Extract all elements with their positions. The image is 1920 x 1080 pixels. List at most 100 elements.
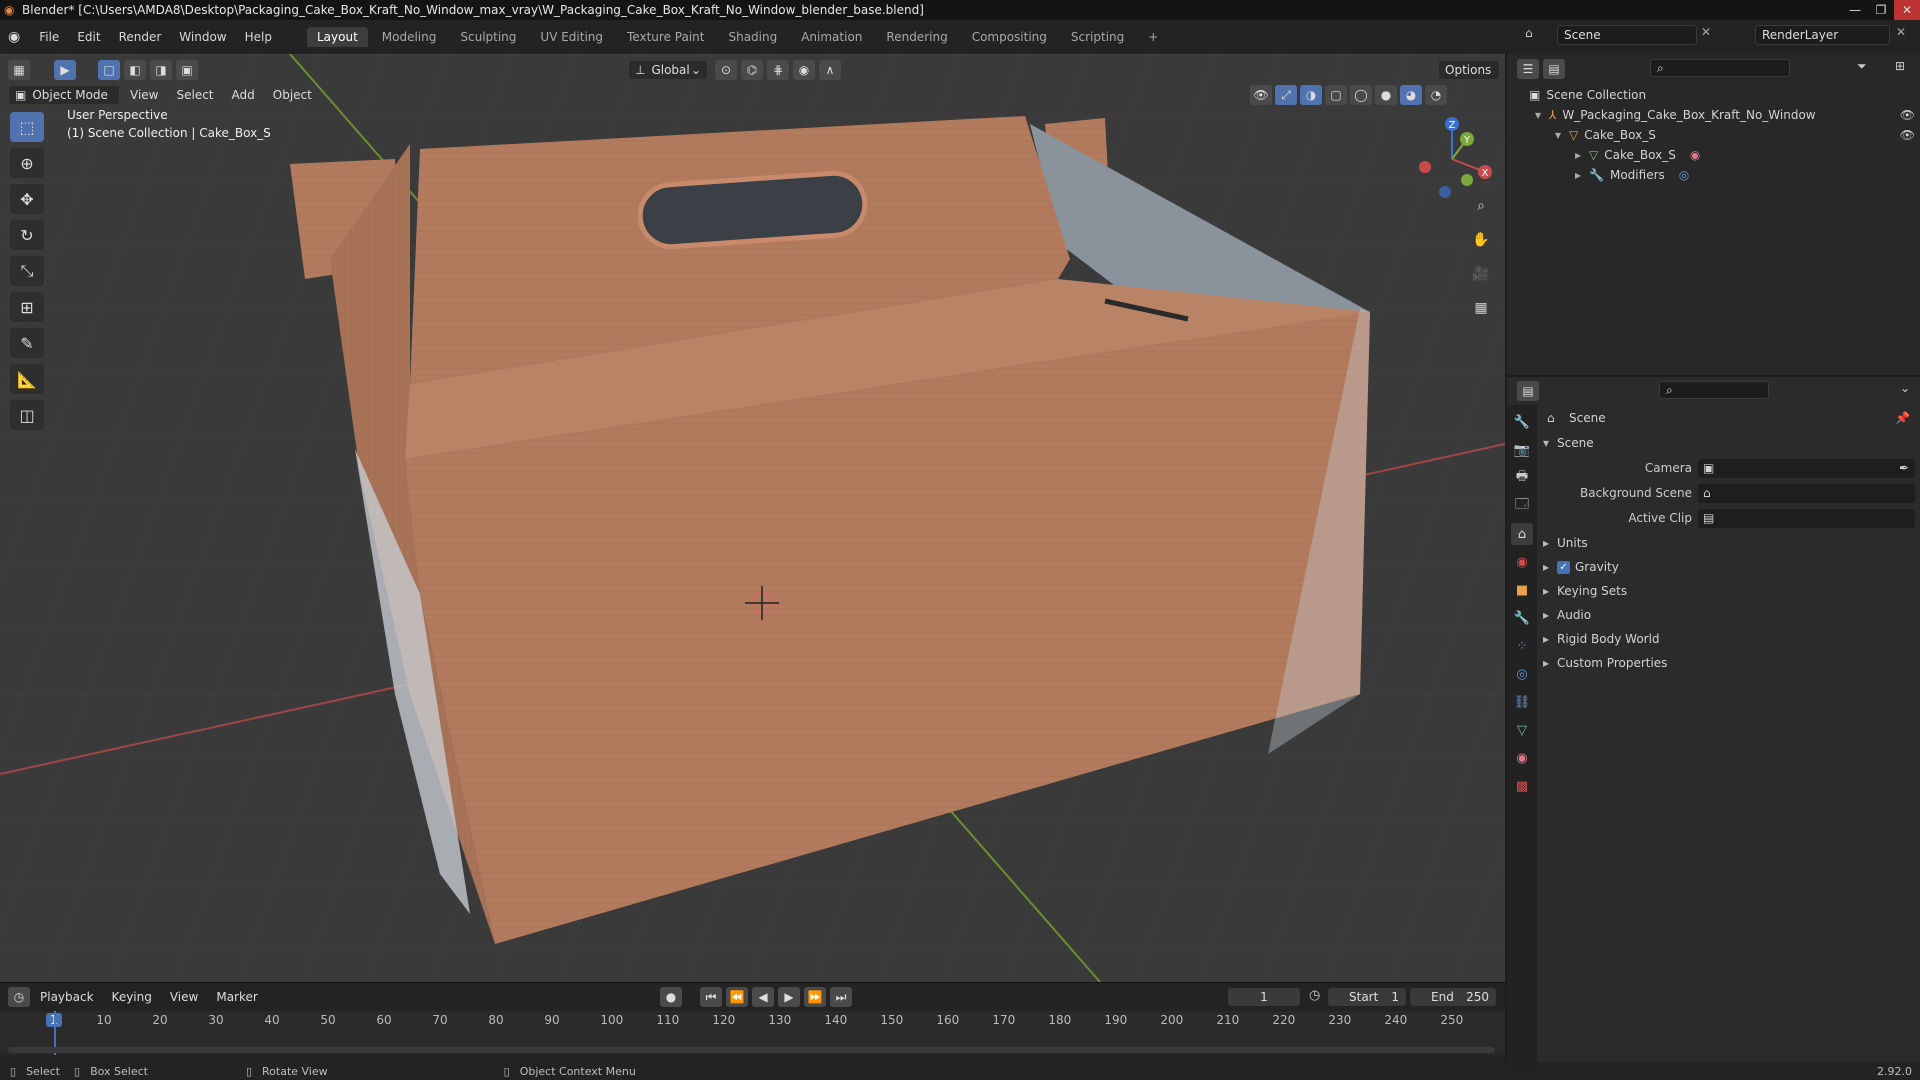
end-frame-field[interactable]: End 250 [1410,988,1496,1006]
blender-menu-icon[interactable]: ◉ [8,29,20,45]
timeline-menu-marker[interactable]: Marker [208,988,265,1006]
background-scene-field[interactable]: ⌂ [1698,483,1915,503]
timeline-editor[interactable]: ◷ Playback Keying View Marker ● ⏮ ⏪ ◀ ▶ … [0,982,1505,1063]
data-tab-icon[interactable]: ▽ [1511,719,1533,741]
timeline-menu-playback[interactable]: Playback [32,988,102,1006]
panel-gravity[interactable]: ▸ ✓ Gravity [1507,556,1920,578]
current-frame-field[interactable]: 1 [1228,988,1300,1006]
selection-extend-icon[interactable]: ◧ [124,60,146,80]
outliner-row-mesh[interactable]: ▸ ▽ Cake_Box_S ◉ [1575,145,1700,165]
tab-layout[interactable]: Layout [306,27,368,47]
minimize-button[interactable]: — [1842,0,1868,20]
selection-new-icon[interactable]: □ [98,60,120,80]
ortho-grid-icon[interactable]: ▦ [1467,294,1495,322]
collapse-chevron-icon[interactable]: ▸ [1575,148,1581,162]
editor-type-icon[interactable]: ▦ [8,60,30,80]
timeline-scrollbar[interactable] [8,1047,1495,1053]
outliner-row-scene-collection[interactable]: ▣ Scene Collection [1529,85,1646,105]
zoom-icon[interactable]: ⌕ [1467,192,1495,220]
viewport-menu-select[interactable]: Select [168,86,221,104]
timeline-track[interactable]: 1102030405060708090100110120130140150160… [0,1011,1505,1055]
properties-options-chevron-icon[interactable]: ⌄ [1900,381,1910,395]
scale-tool-icon[interactable]: ⤡ [10,256,44,286]
proportional-edit-icon[interactable]: ◉ [793,60,815,80]
tab-texture-paint[interactable]: Texture Paint [617,27,714,47]
visibility-eye-icon[interactable]: 👁 [1900,128,1915,142]
falloff-icon[interactable]: ∧ [819,60,841,80]
play-reverse-icon[interactable]: ◀ [752,987,774,1007]
annotate-tool-icon[interactable]: ✎ [10,328,44,358]
outliner-row-object[interactable]: ▾ ▽ Cake_Box_S 👁 [1555,125,1915,145]
visibility-eye-icon[interactable]: 👁 [1900,108,1915,122]
properties-editor[interactable]: ▤ ⌕ ⌄ 🔧 📷 🖶 🗔 ⌂ ◉ ■ 🔧 ⁘ ◎ ⛓ ▽ ◉ ▩ ⌂ Scen… [1507,377,1920,1068]
panel-rigid-body-world[interactable]: ▸ Rigid Body World [1507,628,1920,650]
selection-intersect-icon[interactable]: ▣ [176,60,198,80]
pan-hand-icon[interactable]: ✋ [1467,226,1495,254]
menu-file[interactable]: File [30,30,68,44]
tab-modeling[interactable]: Modeling [372,27,447,47]
outliner[interactable]: ☰ ▤ ⌕ ⏷ ⊞ ▣ Scene Collection ▾ ⅄ W_Packa… [1507,54,1920,375]
xray-icon[interactable]: ▢ [1325,85,1347,105]
jump-end-icon[interactable]: ⏭ [830,987,852,1007]
wireframe-shading-icon[interactable]: ◯ [1350,85,1372,105]
pivot-point-icon[interactable]: ⊙ [715,60,737,80]
camera-field[interactable]: ▣ ✒ [1698,458,1915,478]
options-dropdown[interactable]: Options [1438,60,1500,80]
tab-rendering[interactable]: Rendering [876,27,957,47]
constraints-tab-icon[interactable]: ⛓ [1511,691,1533,713]
material-shading-icon[interactable]: ◕ [1400,85,1422,105]
panel-audio[interactable]: ▸ Audio [1507,604,1920,626]
panel-scene-header[interactable]: ▾ Scene [1507,432,1920,454]
camera-view-icon[interactable]: 🎥 [1467,260,1495,288]
prev-keyframe-icon[interactable]: ⏪ [726,987,748,1007]
tab-scripting[interactable]: Scripting [1061,27,1134,47]
outliner-editor-type-icon[interactable]: ☰ [1517,59,1539,79]
rendered-shading-icon[interactable]: ◔ [1425,85,1447,105]
outliner-search-input[interactable]: ⌕ [1650,59,1790,77]
play-icon[interactable]: ▶ [778,987,800,1007]
transform-orientation-dropdown[interactable]: ⊥ Global ⌄ [628,60,708,80]
selection-subtract-icon[interactable]: ◨ [150,60,172,80]
renderlayer-close-icon[interactable]: ✕ [1896,25,1906,39]
3d-viewport[interactable]: ▦ ▶ □ ◧ ◨ ▣ ⊥ Global ⌄ ⊙ ⌬ ⋕ ◉ ∧ Options… [0,54,1505,982]
maximize-button[interactable]: ❐ [1868,0,1894,20]
panel-custom-properties[interactable]: ▸ Custom Properties [1507,652,1920,674]
gizmo-toggle-icon[interactable]: ⤢ [1275,85,1297,105]
viewport-menu-add[interactable]: Add [224,86,263,104]
tab-sculpting[interactable]: Sculpting [450,27,526,47]
timeline-menu-view[interactable]: View [162,988,206,1006]
panel-units[interactable]: ▸ Units [1507,532,1920,554]
renderlayer-selector[interactable]: RenderLayer [1755,25,1890,45]
scene-selector[interactable]: Scene [1557,25,1697,45]
record-icon[interactable]: ● [660,987,682,1007]
visibility-icon[interactable]: 👁 [1250,85,1272,105]
tab-shading[interactable]: Shading [718,27,787,47]
tab-compositing[interactable]: Compositing [962,27,1057,47]
cursor-tool-icon[interactable]: ⊕ [10,148,44,178]
menu-help[interactable]: Help [236,30,281,44]
pin-icon[interactable]: 📌 [1895,411,1910,425]
gravity-checkbox[interactable]: ✓ [1557,560,1570,574]
snap-target-icon[interactable]: ⋕ [767,60,789,80]
solid-shading-icon[interactable]: ● [1375,85,1397,105]
texture-tab-icon[interactable]: ▩ [1511,775,1533,797]
expand-chevron-icon[interactable]: ▾ [1535,108,1541,122]
expand-chevron-icon[interactable]: ▾ [1555,128,1561,142]
snap-icon[interactable]: ⌬ [741,60,763,80]
transform-tool-icon[interactable]: ⊞ [10,292,44,322]
next-keyframe-icon[interactable]: ⏩ [804,987,826,1007]
properties-search-input[interactable]: ⌕ [1659,381,1769,399]
menu-edit[interactable]: Edit [68,30,109,44]
outliner-row-collection[interactable]: ▾ ⅄ W_Packaging_Cake_Box_Kraft_No_Window… [1535,105,1915,125]
rotate-tool-icon[interactable]: ↻ [10,220,44,250]
material-tab-icon[interactable]: ◉ [1511,747,1533,769]
active-clip-field[interactable]: ▤ [1698,508,1915,528]
tab-uv-editing[interactable]: UV Editing [530,27,613,47]
timeline-editor-type-icon[interactable]: ◷ [8,987,30,1007]
filter-icon[interactable]: ⏷ [1857,59,1867,74]
properties-editor-type-icon[interactable]: ▤ [1517,381,1539,401]
new-collection-icon[interactable]: ⊞ [1895,59,1905,73]
close-button[interactable]: ✕ [1894,0,1920,20]
menu-render[interactable]: Render [110,30,171,44]
viewport-menu-view[interactable]: View [122,86,166,104]
